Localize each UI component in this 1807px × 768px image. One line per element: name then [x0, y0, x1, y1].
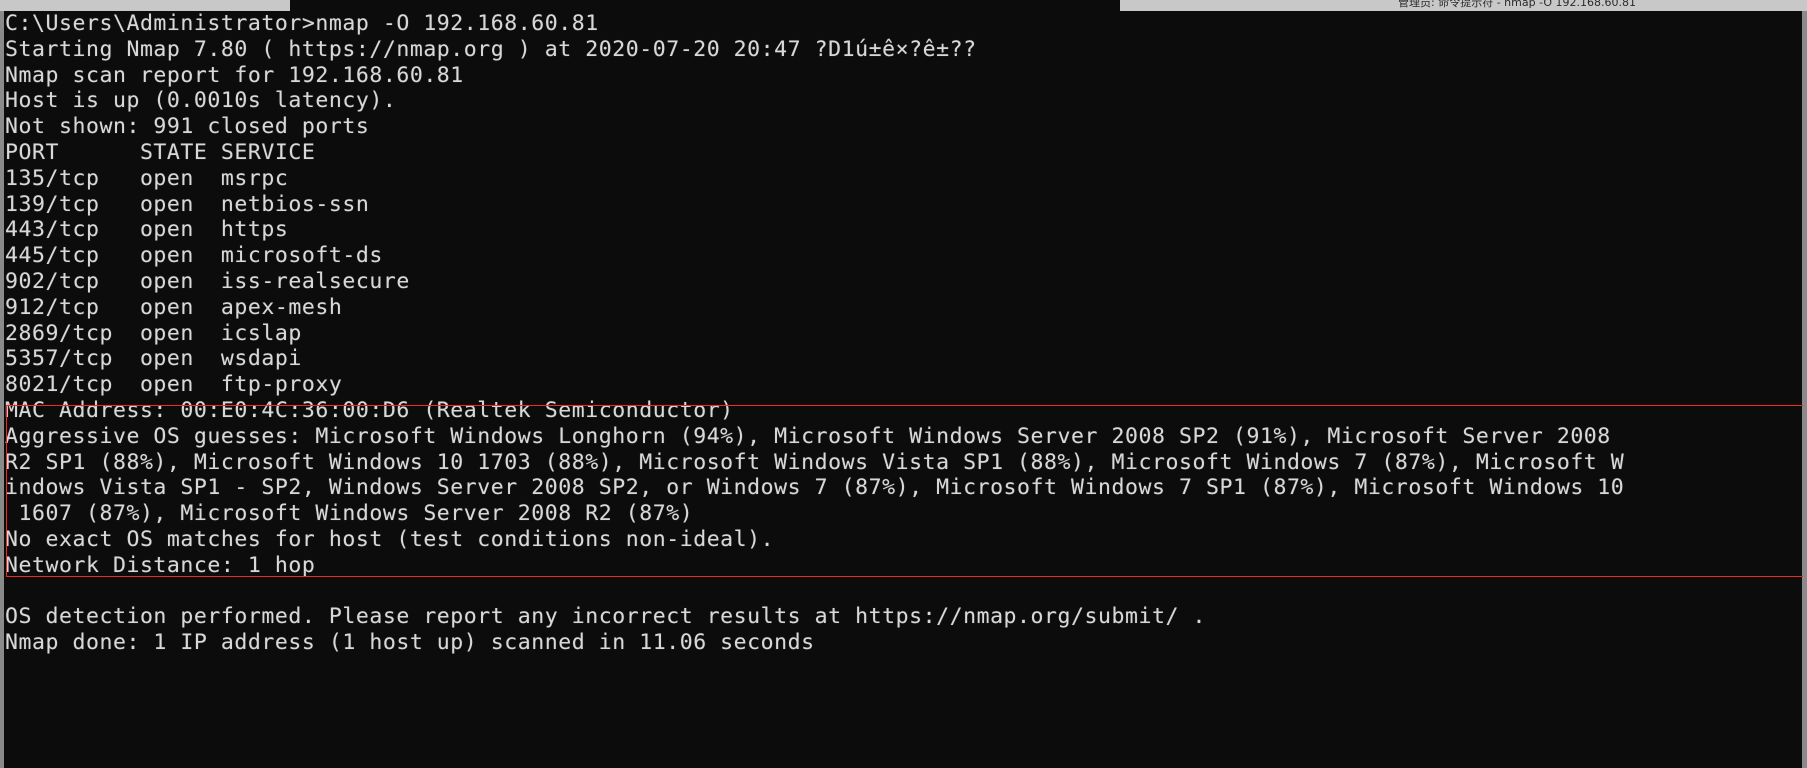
console-line: 445/tcp open microsoft-ds [5, 243, 383, 269]
console-line: indows Vista SP1 - SP2, Windows Server 2… [5, 475, 1625, 501]
console-line: R2 SP1 (88%), Microsoft Windows 10 1703 … [5, 449, 1625, 475]
console-line: OS detection performed. Please report an… [5, 604, 1206, 630]
console-line: No exact OS matches for host (test condi… [5, 526, 775, 552]
console-line: 1607 (87%), Microsoft Windows Server 200… [5, 501, 694, 527]
console-line: PORT STATE SERVICE [5, 139, 316, 165]
console-line: 135/tcp open msrpc [5, 165, 289, 191]
console-line: 5357/tcp open wsdapi [5, 346, 302, 372]
console-line: Network Distance: 1 hop [5, 552, 316, 578]
window-right-border [1802, 11, 1807, 768]
console-line: Host is up (0.0010s latency). [5, 88, 397, 114]
console-output-area[interactable]: C:\Users\Administrator>nmap -O 192.168.6… [5, 11, 1802, 768]
console-line: 902/tcp open iss-realsecure [5, 268, 410, 294]
console-line: Nmap scan report for 192.168.60.81 [5, 62, 464, 88]
console-line: 8021/tcp open ftp-proxy [5, 372, 343, 398]
command-prompt-window[interactable]: C:\Users\Administrator>nmap -O 192.168.6… [0, 11, 1807, 768]
console-line: Starting Nmap 7.80 ( https://nmap.org ) … [5, 36, 977, 62]
console-line: 443/tcp open https [5, 217, 289, 243]
console-line: Not shown: 991 closed ports [5, 114, 370, 140]
console-line: Aggressive OS guesses: Microsoft Windows… [5, 423, 1611, 449]
console-line: Nmap done: 1 IP address (1 host up) scan… [5, 630, 815, 656]
console-line: MAC Address: 00:E0:4C:36:00:D6 (Realtek … [5, 397, 734, 423]
window-chrome-strip: 管理员: 命令提示符 - nmap -O 192.168.60.81 [0, 0, 1807, 11]
window-title-caption: 管理员: 命令提示符 - nmap -O 192.168.60.81 [1398, 0, 1636, 9]
console-line: 912/tcp open apex-mesh [5, 294, 343, 320]
chrome-strip-dark-segment [290, 0, 1120, 11]
console-line: C:\Users\Administrator>nmap -O 192.168.6… [5, 11, 599, 36]
window-left-border [0, 11, 4, 768]
console-line: 139/tcp open netbios-ssn [5, 191, 370, 217]
console-line: 2869/tcp open icslap [5, 320, 302, 346]
